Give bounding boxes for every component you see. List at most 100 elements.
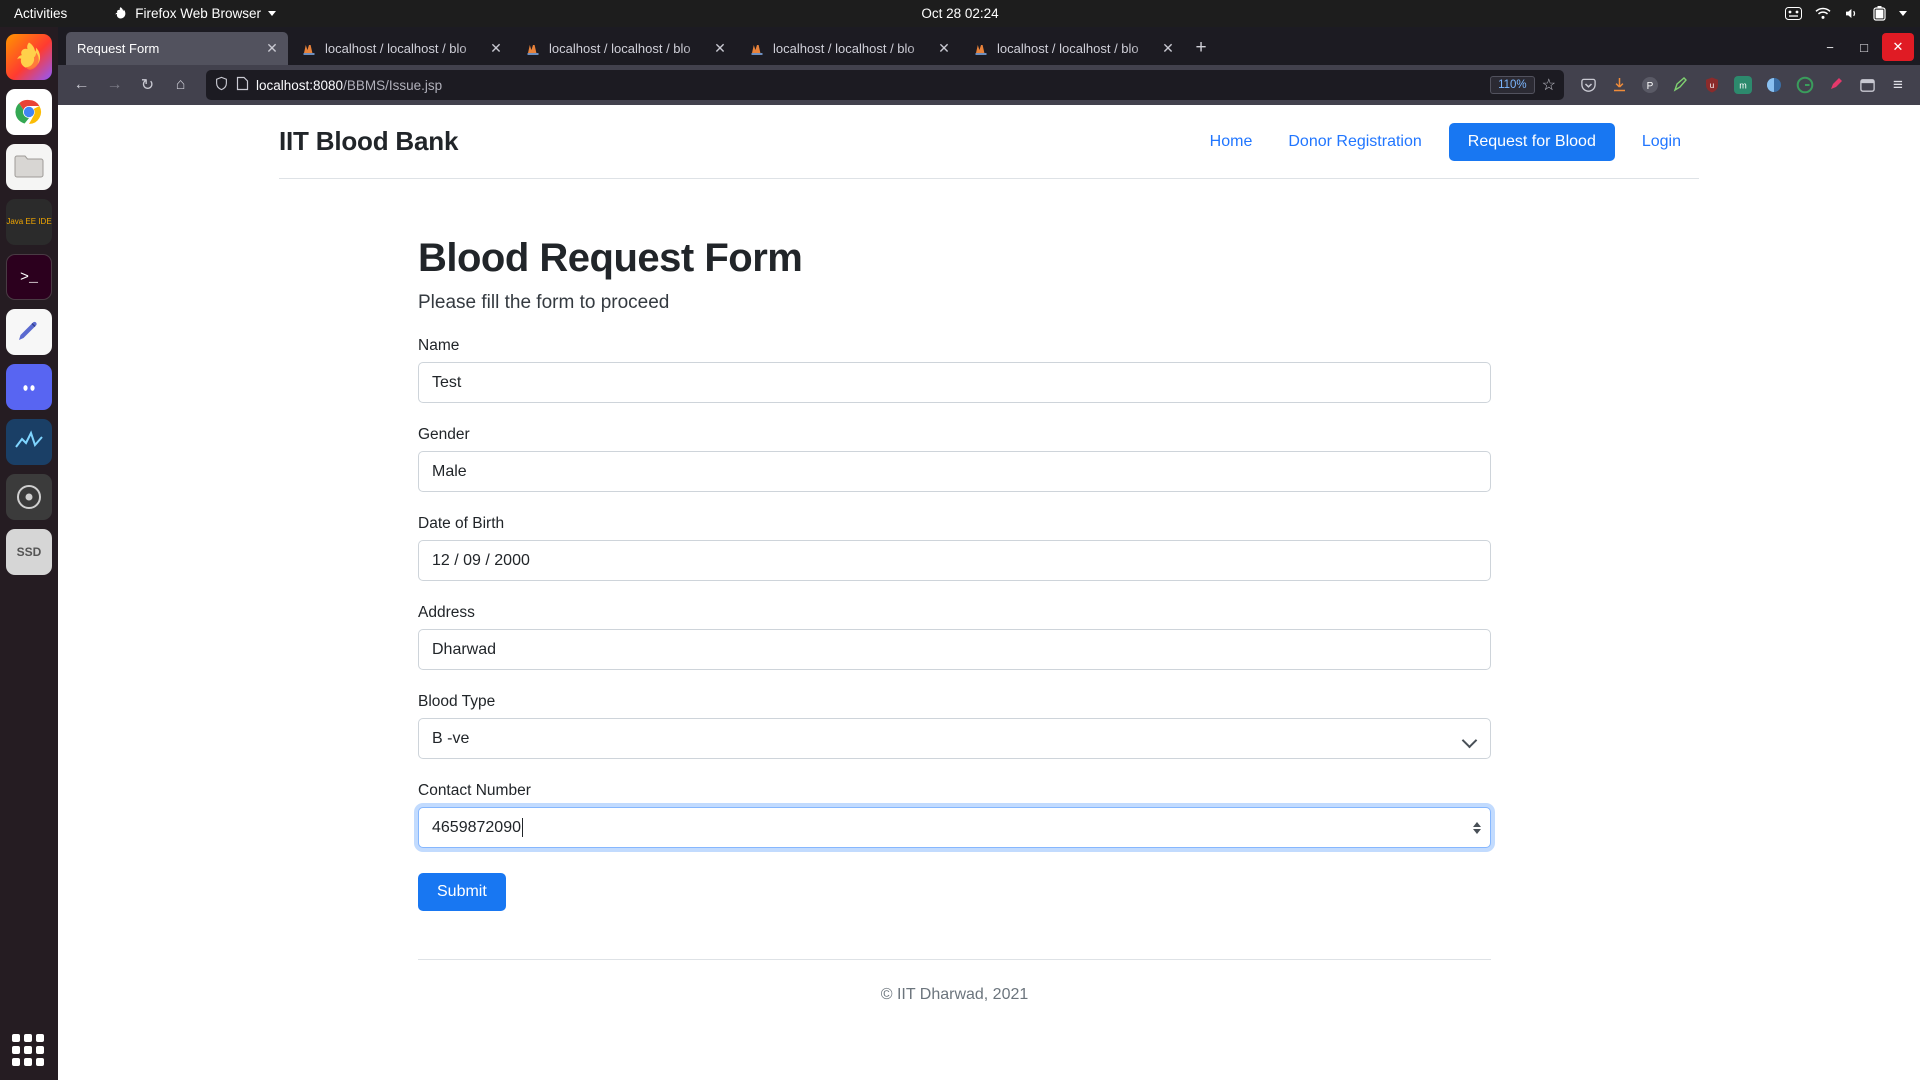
pocket-icon[interactable] — [1574, 71, 1602, 99]
zoom-level-badge[interactable]: 110% — [1490, 76, 1535, 94]
tab-title: localhost / localhost / blo — [997, 41, 1139, 56]
reload-button[interactable]: ↻ — [132, 70, 163, 101]
volume-icon — [1844, 7, 1860, 20]
name-input[interactable]: Test — [418, 362, 1491, 403]
close-icon[interactable]: ✕ — [264, 40, 280, 57]
back-button[interactable]: ← — [66, 70, 97, 101]
metamask-icon[interactable]: m — [1729, 71, 1757, 99]
field-address: Address Dharwad — [418, 604, 1491, 670]
dark-reader-icon[interactable] — [1760, 71, 1788, 99]
tab-strip: Request Form ✕ localhost / localhost / b… — [58, 27, 1920, 65]
app-menu-label: Firefox Web Browser — [135, 6, 262, 21]
page-info-icon[interactable] — [236, 76, 249, 94]
dock-item-discord[interactable] — [6, 364, 52, 410]
dock-item-ssd-drive[interactable]: SSD — [6, 529, 52, 575]
close-icon[interactable]: ✕ — [712, 40, 728, 57]
blood-type-select[interactable]: B -ve — [418, 718, 1491, 759]
system-tray[interactable] — [1785, 6, 1907, 21]
number-stepper[interactable] — [1473, 821, 1481, 834]
dock-item-matlab[interactable] — [6, 419, 52, 465]
phpmyadmin-icon — [525, 41, 541, 57]
browser-toolbar: ← → ↻ ⌂ localhost:8080/BBMS/Issue.jsp 11… — [58, 65, 1920, 105]
field-label-address: Address — [418, 604, 475, 621]
dock-item-text-editor[interactable] — [6, 309, 52, 355]
ublock-icon[interactable]: u — [1698, 71, 1726, 99]
media-icon — [1785, 7, 1802, 20]
dock-item-disks[interactable] — [6, 474, 52, 520]
close-icon[interactable]: ✕ — [936, 40, 952, 57]
system-clock[interactable]: Oct 28 02:24 — [921, 6, 998, 21]
new-tab-button[interactable]: + — [1186, 33, 1216, 63]
dock-item-netbeans-label: Java EE IDE — [6, 217, 52, 226]
text-caret — [521, 818, 523, 837]
url-text[interactable]: localhost:8080/BBMS/Issue.jsp — [256, 78, 1483, 93]
dock-item-firefox[interactable] — [6, 34, 52, 80]
tab-phpmyadmin-2[interactable]: localhost / localhost / blo ✕ — [514, 32, 736, 65]
submit-button[interactable]: Submit — [418, 873, 506, 911]
menu-button[interactable]: ≡ — [1884, 71, 1912, 99]
dock-item-files[interactable] — [6, 144, 52, 190]
extension-toolbar: P u m ≡ — [1574, 71, 1912, 99]
home-button[interactable]: ⌂ — [165, 70, 196, 101]
field-contact-number: Contact Number 4659872090 — [418, 782, 1491, 848]
ubuntu-dock: Java EE IDE >_ SSD — [0, 27, 58, 1080]
grammarly-icon[interactable] — [1791, 71, 1819, 99]
app-menu-firefox[interactable]: Firefox Web Browser — [113, 6, 277, 21]
window-controls: − □ ✕ — [1814, 33, 1914, 61]
field-name: Name Test — [418, 337, 1491, 403]
close-window-button[interactable]: ✕ — [1882, 33, 1914, 61]
nav-link-donor-registration[interactable]: Donor Registration — [1270, 125, 1439, 159]
shield-icon[interactable] — [214, 76, 229, 94]
gender-input[interactable]: Male — [418, 451, 1491, 492]
styles-icon[interactable] — [1667, 71, 1695, 99]
show-applications-button[interactable] — [12, 1034, 46, 1068]
phpmyadmin-icon — [749, 41, 765, 57]
dock-item-netbeans[interactable]: Java EE IDE — [6, 199, 52, 245]
battery-icon — [1873, 6, 1886, 21]
site-brand[interactable]: IIT Blood Bank — [279, 126, 458, 157]
tab-phpmyadmin-4[interactable]: localhost / localhost / blo ✕ — [962, 32, 1184, 65]
date-of-birth-input[interactable]: 12 / 09 / 2000 — [418, 540, 1491, 581]
tab-title: Request Form — [77, 41, 160, 56]
nav-links: Home Donor Registration Request for Bloo… — [1192, 122, 1699, 161]
maximize-button[interactable]: □ — [1848, 33, 1880, 61]
pocket-p-icon[interactable]: P — [1636, 71, 1664, 99]
web-page-content: IIT Blood Bank Home Donor Registration R… — [58, 105, 1920, 1080]
nav-link-home[interactable]: Home — [1192, 125, 1271, 159]
firefox-icon — [113, 6, 128, 21]
field-date-of-birth: Date of Birth 12 / 09 / 2000 — [418, 515, 1491, 581]
copyright-text: © IIT Dharwad, 2021 — [880, 986, 1029, 1003]
tab-phpmyadmin-3[interactable]: localhost / localhost / blo ✕ — [738, 32, 960, 65]
highlighter-icon[interactable] — [1822, 71, 1850, 99]
wifi-icon — [1815, 7, 1831, 20]
site-navigation: IIT Blood Bank Home Donor Registration R… — [279, 105, 1699, 179]
svg-text:P: P — [1647, 81, 1654, 92]
date-of-birth-input-value: 12 / 09 / 2000 — [432, 551, 530, 569]
tab-phpmyadmin-1[interactable]: localhost / localhost / blo ✕ — [290, 32, 512, 65]
field-label-blood-type: Blood Type — [418, 693, 496, 710]
activities-button[interactable]: Activities — [14, 6, 67, 21]
close-icon[interactable]: ✕ — [1160, 40, 1176, 57]
page-footer: © IIT Dharwad, 2021 — [418, 959, 1491, 1004]
minimize-button[interactable]: − — [1814, 33, 1846, 61]
nav-link-login[interactable]: Login — [1624, 125, 1699, 159]
dock-item-chrome[interactable] — [6, 89, 52, 135]
field-blood-type: Blood Type B -ve — [418, 693, 1491, 759]
field-label-name: Name — [418, 337, 460, 354]
field-label-gender: Gender — [418, 426, 470, 443]
bookmark-star-icon[interactable]: ☆ — [1542, 75, 1556, 95]
field-gender: Gender Male — [418, 426, 1491, 492]
dock-item-terminal[interactable]: >_ — [6, 254, 52, 300]
contact-number-input[interactable]: 4659872090 — [418, 807, 1491, 848]
downloads-icon[interactable] — [1605, 71, 1633, 99]
gnome-top-bar: Activities Firefox Web Browser Oct 28 02… — [0, 0, 1920, 27]
forward-button[interactable]: → — [99, 70, 130, 101]
address-bar[interactable]: localhost:8080/BBMS/Issue.jsp 110% ☆ — [206, 70, 1564, 100]
svg-text:m: m — [1739, 81, 1747, 91]
nav-button-request-for-blood[interactable]: Request for Blood — [1448, 122, 1615, 161]
library-icon[interactable] — [1853, 71, 1881, 99]
gender-input-value: Male — [432, 462, 467, 480]
close-icon[interactable]: ✕ — [488, 40, 504, 57]
address-input[interactable]: Dharwad — [418, 629, 1491, 670]
tab-request-form[interactable]: Request Form ✕ — [66, 32, 288, 65]
